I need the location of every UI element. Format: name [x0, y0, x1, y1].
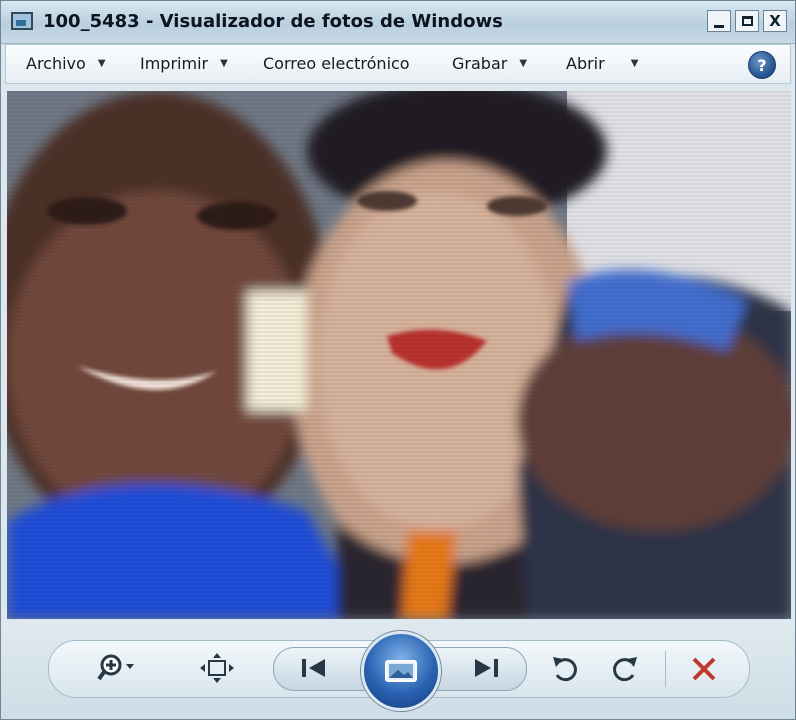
photo-viewer-window: 100_5483 - Visualizador de fotos de Wind… — [0, 0, 796, 720]
minimize-icon — [714, 24, 724, 28]
photo-viewer-app-icon[interactable] — [11, 12, 33, 30]
slideshow-icon — [385, 660, 417, 682]
previous-icon[interactable] — [295, 653, 335, 683]
rotate-right-icon[interactable] — [607, 653, 641, 685]
window-title: 100_5483 - Visualizador de fotos de Wind… — [43, 11, 503, 32]
next-icon[interactable] — [465, 653, 505, 683]
chevron-down-icon: ▼ — [97, 58, 106, 69]
menu-grabar[interactable]: Grabar ▼ — [452, 54, 527, 73]
menu-grabar-label: Grabar — [452, 54, 508, 73]
menu-imprimir[interactable]: Imprimir ▼ — [140, 54, 228, 73]
menu-abrir-label: Abrir — [566, 54, 605, 73]
menu-archivo-label: Archivo — [26, 54, 86, 73]
menu-bar: Archivo ▼ Imprimir ▼ Correo electrónico … — [5, 44, 791, 84]
window-controls: X — [707, 10, 787, 32]
chevron-down-icon: ▼ — [519, 58, 528, 69]
zoom-icon[interactable] — [97, 652, 137, 684]
control-bar — [1, 621, 795, 719]
fit-to-window-icon[interactable] — [199, 652, 235, 684]
toolbar-separator — [665, 651, 666, 687]
help-icon[interactable]: ? — [748, 51, 776, 79]
title-bar[interactable]: 100_5483 - Visualizador de fotos de Wind… — [1, 1, 795, 44]
maximize-icon — [741, 16, 753, 26]
chevron-down-icon: ▼ — [220, 58, 228, 69]
chevron-down-icon: ▼ — [630, 58, 639, 69]
rotate-left-icon[interactable] — [549, 653, 583, 685]
slideshow-button[interactable] — [361, 631, 441, 711]
close-button[interactable]: X — [763, 10, 787, 32]
minimize-button[interactable] — [707, 10, 731, 32]
menu-archivo[interactable]: Archivo ▼ — [26, 54, 106, 73]
menu-abrir[interactable]: Abrir ▼ — [566, 54, 638, 73]
menu-correo-electronico[interactable]: Correo electrónico — [263, 54, 410, 73]
photo-image — [7, 91, 791, 619]
menu-correo-label: Correo electrónico — [263, 54, 410, 73]
delete-icon[interactable] — [687, 653, 721, 685]
maximize-button[interactable] — [735, 10, 759, 32]
photo-display — [7, 91, 791, 619]
menu-imprimir-label: Imprimir — [140, 54, 209, 73]
close-icon: X — [769, 12, 781, 30]
